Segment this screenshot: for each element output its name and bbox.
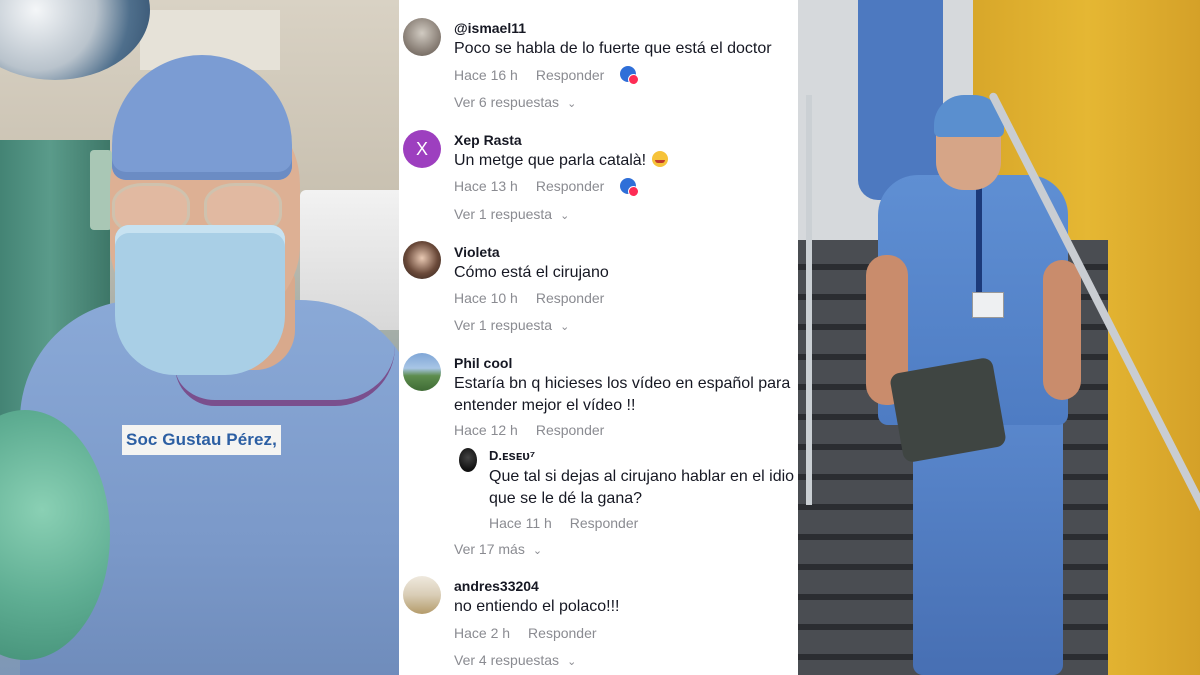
view-replies-label: Ver 1 respuesta	[454, 206, 553, 222]
comment-username[interactable]: @ismael11	[454, 20, 526, 36]
comment-meta: Hace 12 h Responder	[454, 422, 604, 438]
chevron-down-icon: ⌄	[532, 545, 543, 557]
comment-time: Hace 12 h	[454, 422, 518, 438]
user-avatar[interactable]	[403, 241, 441, 279]
comment-meta: Hace 10 h Responder	[454, 290, 604, 306]
comment-username[interactable]: andres33204	[454, 578, 539, 594]
comment-text: Poco se habla de lo fuerte que está el d…	[454, 40, 772, 57]
surgeon-arm-right	[1043, 260, 1081, 400]
comment-meta: Hace 16 h Responder	[454, 67, 604, 83]
reply-time: Hace 11 h	[489, 515, 552, 531]
reply-text-line: que se le dé la gana?	[489, 490, 643, 507]
creator-liked-icon	[620, 178, 639, 197]
view-replies-button[interactable]: Ver 6 respuestas ⌄	[454, 94, 576, 110]
user-avatar[interactable]	[403, 576, 441, 614]
user-avatar[interactable]	[403, 18, 441, 56]
view-replies-label: Ver 4 respuestas	[454, 652, 560, 668]
background-person	[858, 0, 943, 200]
view-replies-label: Ver 17 más	[454, 541, 525, 557]
surgical-lamp	[0, 0, 150, 80]
reply-username[interactable]: D.ᴇsᴇᴜ⁷	[489, 448, 535, 463]
user-avatar[interactable]	[403, 353, 441, 391]
chevron-down-icon: ⌄	[567, 656, 577, 668]
id-badge	[972, 292, 1004, 318]
comment-username[interactable]: Violeta	[454, 244, 500, 260]
reply-button[interactable]: Responder	[536, 290, 605, 306]
chevron-down-icon: ⌄	[560, 210, 570, 222]
reply-meta: Hace 11 h Responder	[489, 515, 638, 531]
view-replies-label: Ver 1 respuesta	[454, 317, 553, 333]
right-video-frame	[798, 0, 1200, 675]
reply-button[interactable]: Responder	[536, 67, 605, 83]
lanyard	[976, 185, 982, 295]
surgical-mask	[115, 225, 285, 375]
user-avatar[interactable]: X	[403, 130, 441, 168]
surgical-cap	[112, 55, 292, 180]
video-caption: Soc Gustau Pérez,	[122, 425, 281, 455]
view-more-replies-button[interactable]: Ver 17 más ⌄	[454, 541, 542, 557]
comment-text: no entiendo el polaco!!!	[454, 598, 620, 615]
comment-username[interactable]: Phil cool	[454, 355, 512, 371]
reply-button[interactable]: Responder	[570, 515, 639, 531]
comment-time: Hace 2 h	[454, 625, 511, 641]
view-replies-button[interactable]: Ver 1 respuesta ⌄	[454, 206, 569, 222]
comments-panel[interactable]: @ismael11 Poco se habla de lo fuerte que…	[399, 0, 798, 675]
comment-time: Hace 13 h	[454, 178, 518, 194]
comment-time: Hace 10 h	[454, 290, 518, 306]
left-handrail	[806, 95, 812, 505]
left-video-frame: Soc Gustau Pérez,	[0, 0, 399, 675]
comment-username[interactable]: Xep Rasta	[454, 132, 522, 148]
view-replies-label: Ver 6 respuestas	[454, 94, 560, 110]
equipment-bag	[888, 356, 1008, 464]
comment-text-line: Estaría bn q hicieses los vídeo en españ…	[454, 375, 791, 392]
comment-text-line: entender mejor el vídeo !!	[454, 397, 636, 414]
view-replies-button[interactable]: Ver 1 respuesta ⌄	[454, 317, 569, 333]
reply-button[interactable]: Responder	[536, 422, 605, 438]
reply-text-line: Que tal si dejas al cirujano hablar en e…	[489, 468, 795, 485]
sanitizer-bottle	[90, 150, 112, 230]
comment-time: Hace 16 h	[454, 67, 518, 83]
comment-meta: Hace 13 h Responder	[454, 178, 604, 194]
comment-text: Cómo está el cirujano	[454, 264, 609, 281]
view-replies-button[interactable]: Ver 4 respuestas ⌄	[454, 652, 576, 668]
chevron-down-icon: ⌄	[560, 321, 570, 333]
comment-meta: Hace 2 h Responder	[454, 625, 597, 641]
reply-user-avatar[interactable]	[459, 448, 477, 472]
reply-button[interactable]: Responder	[528, 625, 597, 641]
creator-liked-icon	[620, 66, 639, 85]
reply-button[interactable]: Responder	[536, 178, 605, 194]
chevron-down-icon: ⌄	[567, 98, 577, 110]
smiling-face-with-hearts-icon	[652, 150, 669, 172]
comment-text: Un metge que parla català!	[454, 150, 669, 172]
comment-text-content: Un metge que parla català!	[454, 152, 647, 169]
